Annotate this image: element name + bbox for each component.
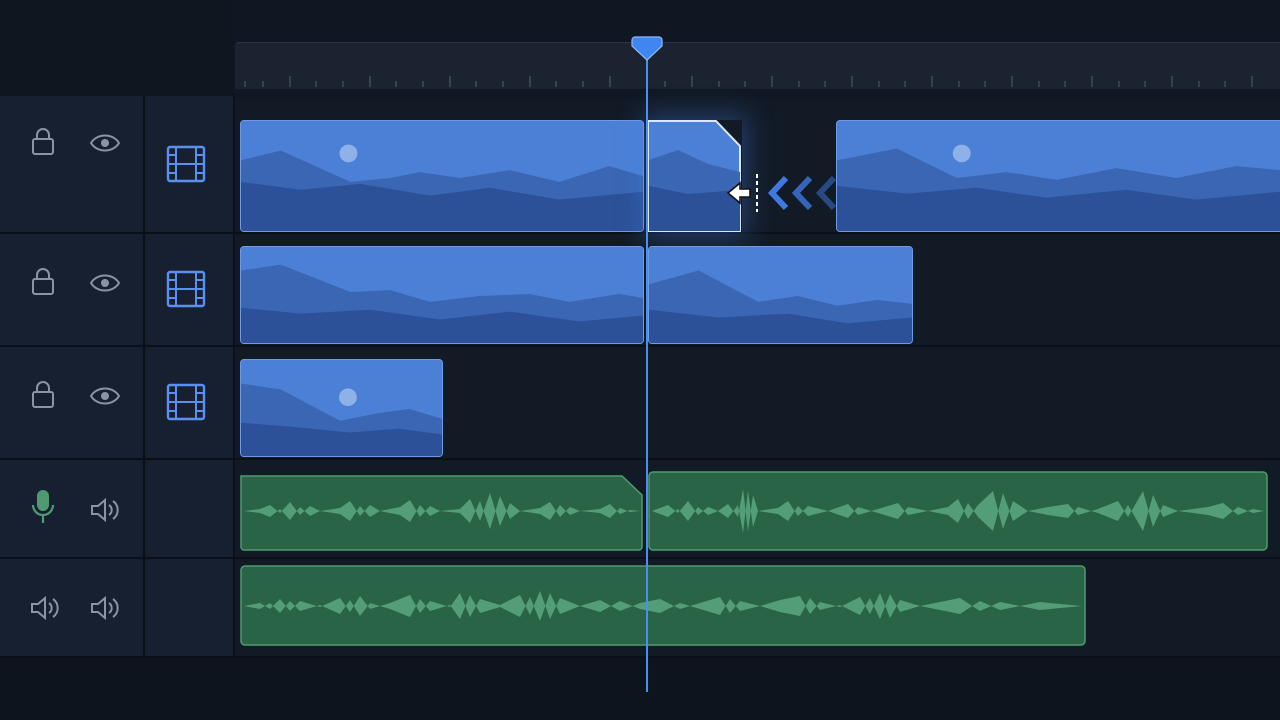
lock-icon[interactable]: [30, 379, 56, 409]
lock-icon[interactable]: [30, 266, 56, 296]
lock-icon[interactable]: [30, 126, 56, 156]
track-3-header-controls: [0, 347, 143, 460]
timeline-corner: [0, 0, 234, 96]
track-4-type: [145, 460, 233, 559]
track-5-header-controls: [0, 559, 143, 658]
film-icon: [166, 383, 206, 421]
timeline-footer: [0, 658, 1280, 720]
eye-icon[interactable]: [89, 131, 121, 155]
time-ruler[interactable]: [235, 42, 1280, 90]
audio-clip[interactable]: [240, 471, 644, 551]
video-clip[interactable]: [240, 120, 644, 232]
ruler-ticks: [244, 76, 1253, 87]
track-1-header-controls: [0, 96, 143, 234]
video-clip[interactable]: [240, 359, 443, 457]
video-clip[interactable]: [648, 246, 913, 344]
speaker-icon[interactable]: [29, 594, 61, 622]
playhead-line[interactable]: [646, 56, 648, 692]
video-clip[interactable]: [836, 120, 1280, 232]
microphone-icon[interactable]: [30, 488, 56, 526]
film-icon: [166, 145, 206, 183]
ruler-gap: [235, 89, 1280, 99]
speaker-icon[interactable]: [89, 594, 121, 622]
eye-icon[interactable]: [89, 384, 121, 408]
track-4-header-controls: [0, 460, 143, 559]
track-5-type: [145, 559, 233, 658]
film-icon: [166, 270, 206, 308]
playhead-handle[interactable]: [629, 34, 665, 62]
track-2-header-controls: [0, 234, 143, 347]
video-clip[interactable]: [240, 246, 644, 344]
speaker-icon[interactable]: [89, 496, 121, 524]
header-divider: [143, 96, 145, 658]
audio-clip[interactable]: [648, 471, 1268, 551]
eye-icon[interactable]: [89, 271, 121, 295]
audio-clip[interactable]: [240, 565, 1086, 646]
